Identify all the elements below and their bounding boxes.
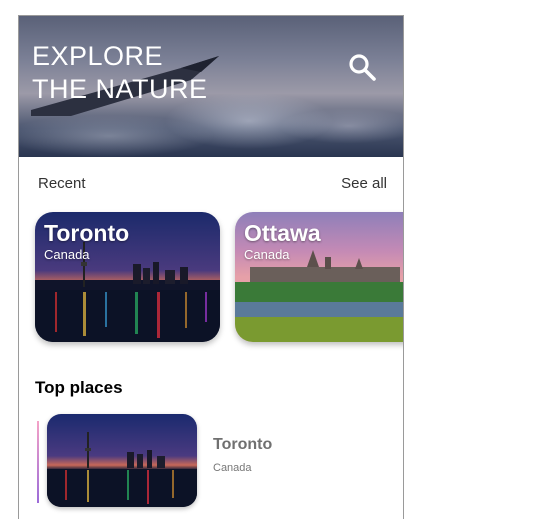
hero-header: EXPLORE THE NATURE: [19, 16, 403, 157]
top-place-country: Canada: [213, 462, 252, 474]
hero-title-line-2: THE NATURE: [32, 74, 208, 104]
card-country-name: Canada: [244, 247, 290, 262]
search-button[interactable]: [347, 52, 377, 82]
app-screen: EXPLORE THE NATURE Recent See all Toront…: [18, 15, 404, 519]
card-country-name: Canada: [44, 247, 90, 262]
see-all-link[interactable]: See all: [341, 175, 387, 192]
card-city-name: Ottawa: [244, 220, 321, 246]
search-icon: [349, 54, 376, 81]
top-places-title: Top places: [35, 378, 123, 397]
recent-section-label: Recent: [38, 175, 86, 192]
list-accent-bar: [37, 421, 39, 503]
top-place-thumbnail[interactable]: [47, 414, 197, 507]
hero-title: EXPLORE THE NATURE: [32, 40, 208, 106]
recent-card-ottawa[interactable]: Ottawa Canada: [235, 212, 403, 342]
hero-title-line-1: EXPLORE: [32, 41, 164, 71]
card-city-name: Toronto: [44, 220, 130, 246]
top-place-name: Toronto: [213, 436, 273, 453]
toronto-skyline-thumb-image: [47, 414, 197, 507]
recent-card-toronto[interactable]: Toronto Canada: [35, 212, 220, 342]
